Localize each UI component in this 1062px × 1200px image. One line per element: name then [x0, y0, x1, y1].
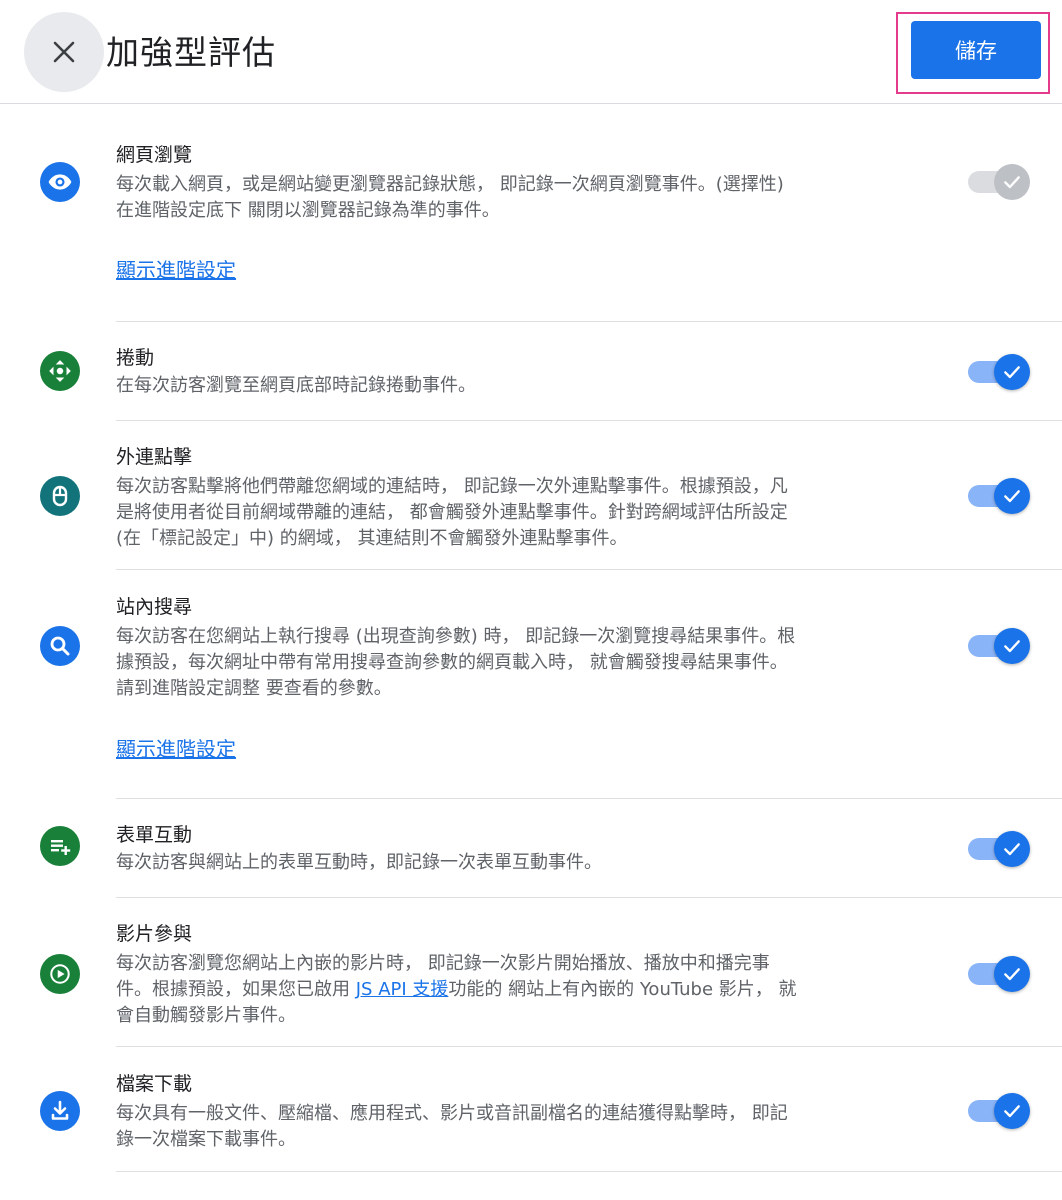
check-icon: [994, 164, 1030, 200]
section-page-views: 網頁瀏覽 每次載入網頁，或是網站變更瀏覽器記錄狀態， 即記錄一次網頁瀏覽事件。(…: [0, 104, 1062, 321]
section-site-search: 站內搜尋 每次訪客在您網站上執行搜尋 (出現查詢參數) 時， 即記錄一次瀏覽搜尋…: [0, 570, 1062, 798]
section-scrolls: 捲動 在每次訪客瀏覽至網頁底部時記錄捲動事件。: [0, 322, 1062, 420]
section-description: 每次訪客與網站上的表單互動時，即記錄一次表單互動事件。: [116, 852, 602, 873]
file-downloads-toggle[interactable]: [968, 1091, 1032, 1131]
play-icon: [40, 954, 80, 994]
section-outbound-clicks: 外連點擊 每次訪客點擊將他們帶離您網域的連結時， 即記錄一次外連點擊事件。根據預…: [0, 421, 1062, 569]
section-description: 每次具有一般文件、壓縮檔、應用程式、影片或音訊副檔名的連結獲得點擊時， 即記 錄…: [116, 1103, 788, 1150]
form-interactions-toggle[interactable]: [968, 829, 1032, 869]
check-icon: [994, 956, 1030, 992]
section-file-downloads: 檔案下載 每次具有一般文件、壓縮檔、應用程式、影片或音訊副檔名的連結獲得點擊時，…: [0, 1047, 1062, 1171]
check-icon: [994, 1093, 1030, 1129]
section-title: 網頁瀏覽: [116, 144, 193, 166]
show-advanced-settings-link[interactable]: 顯示進階設定: [116, 254, 236, 283]
site-search-toggle[interactable]: [968, 626, 1032, 666]
section-title: 外連點擊: [116, 446, 193, 468]
section-description: 每次訪客點擊將他們帶離您網域的連結時， 即記錄一次外連點擊事件。根據預設，凡 是…: [116, 476, 788, 549]
check-icon: [994, 628, 1030, 664]
divider: [116, 1171, 1062, 1172]
section-title: 影片參與: [116, 923, 193, 945]
section-description: 每次載入網頁，或是網站變更瀏覽器記錄狀態， 即記錄一次網頁瀏覽事件。(選擇性) …: [116, 174, 784, 221]
outbound-clicks-toggle[interactable]: [968, 476, 1032, 516]
section-title: 表單互動: [116, 824, 193, 846]
check-icon: [994, 354, 1030, 390]
scroll-icon: [40, 351, 80, 391]
js-api-support-link[interactable]: JS API 支援: [356, 979, 449, 1000]
mouse-icon: [40, 476, 80, 516]
video-engagement-toggle[interactable]: [968, 954, 1032, 994]
download-icon: [40, 1091, 80, 1131]
close-icon: [53, 41, 75, 63]
section-form-interactions: 表單互動 每次訪客與網站上的表單互動時，即記錄一次表單互動事件。: [0, 799, 1062, 897]
page-title: 加強型評估: [106, 33, 276, 72]
section-description: 在每次訪客瀏覽至網頁底部時記錄捲動事件。: [116, 375, 476, 396]
section-description: 每次訪客在您網站上執行搜尋 (出現查詢參數) 時， 即記錄一次瀏覽搜尋結果事件。…: [116, 626, 796, 699]
form-icon: [40, 826, 80, 866]
section-description: 每次訪客瀏覽您網站上內嵌的影片時， 即記錄一次影片開始播放、播放中和播完事 件。…: [116, 953, 797, 1026]
section-video-engagement: 影片參與 每次訪客瀏覽您網站上內嵌的影片時， 即記錄一次影片開始播放、播放中和播…: [0, 898, 1062, 1046]
section-title: 檔案下載: [116, 1073, 193, 1095]
eye-icon: [40, 162, 80, 202]
header: 加強型評估 儲存: [0, 0, 1062, 104]
save-button[interactable]: 儲存: [911, 21, 1041, 79]
section-title: 站內搜尋: [116, 596, 193, 618]
check-icon: [994, 478, 1030, 514]
search-icon: [40, 626, 80, 666]
show-advanced-settings-link[interactable]: 顯示進階設定: [116, 733, 236, 762]
check-icon: [994, 831, 1030, 867]
close-button[interactable]: [24, 12, 104, 92]
page-views-toggle[interactable]: [968, 162, 1032, 202]
scrolls-toggle[interactable]: [968, 352, 1032, 392]
section-title: 捲動: [116, 347, 155, 369]
